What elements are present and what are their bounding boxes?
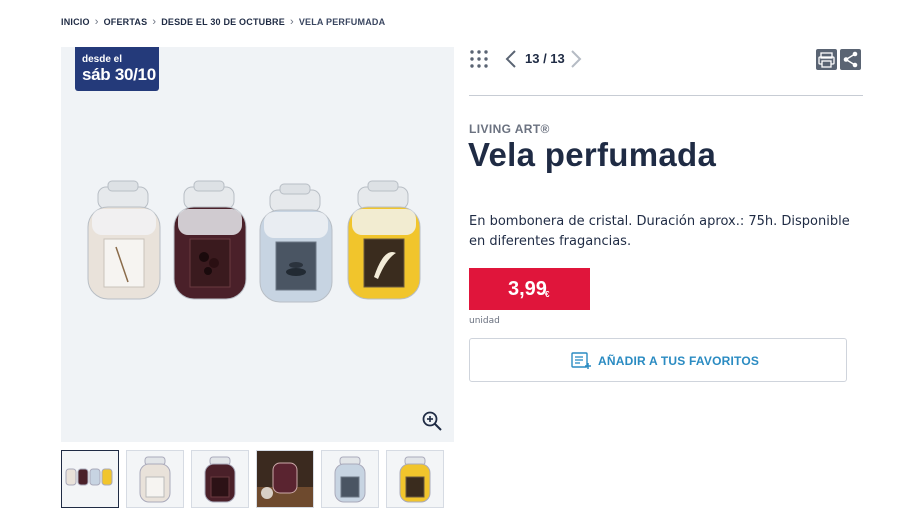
list-add-icon	[571, 352, 591, 369]
previous-arrow-icon[interactable]	[505, 49, 517, 69]
chevron-right-icon: ›	[152, 15, 157, 28]
candle-jar	[87, 180, 161, 300]
breadcrumb-desde-30-octubre[interactable]: DESDE EL 30 DE OCTUBRE	[161, 17, 285, 27]
candle-jars-image	[87, 180, 421, 303]
divider	[469, 95, 863, 96]
thumbnail-4[interactable]	[256, 450, 314, 508]
thumbnail-1[interactable]	[61, 450, 119, 508]
thumbnail-5[interactable]	[321, 450, 379, 508]
candle-jar	[259, 183, 333, 303]
candle-jar	[173, 180, 247, 300]
add-to-favorites-button[interactable]: AÑADIR A TUS FAVORITOS	[469, 338, 847, 382]
breadcrumb-current: VELA PERFUMADA	[298, 17, 386, 27]
chevron-right-icon: ›	[289, 15, 294, 28]
thumbnail-2[interactable]	[126, 450, 184, 508]
thumbnail-3[interactable]	[191, 450, 249, 508]
thumbnail-6[interactable]	[386, 450, 444, 508]
price-currency: €	[545, 290, 550, 299]
next-arrow-icon[interactable]	[570, 49, 582, 69]
gallery-counter: 13 / 13	[525, 51, 565, 66]
print-button[interactable]	[816, 49, 837, 70]
gallery-nav: 13 / 13	[469, 47, 863, 71]
breadcrumb-ofertas[interactable]: OFERTAS	[104, 17, 148, 27]
printer-icon	[818, 52, 835, 68]
product-brand: LIVING ART®	[469, 122, 550, 136]
candle-jar	[347, 180, 421, 300]
price-unit: unidad	[469, 316, 500, 326]
chevron-right-icon: ›	[94, 15, 99, 28]
price-value: 3,99	[508, 278, 547, 300]
product-description: En bombonera de cristal. Duración aprox.…	[469, 214, 850, 249]
add-to-favorites-label: AÑADIR A TUS FAVORITOS	[598, 354, 760, 368]
price-box: 3,99 €	[469, 268, 590, 310]
zoom-icon[interactable]	[421, 410, 443, 432]
breadcrumb-inicio[interactable]: INICIO	[61, 17, 90, 27]
breadcrumb: INICIO › OFERTAS › DESDE EL 30 DE OCTUBR…	[61, 15, 386, 28]
thumbnail-strip	[61, 450, 444, 508]
grid-view-icon[interactable]	[469, 49, 489, 69]
main-product-image[interactable]: desde el sáb 30/10	[61, 47, 454, 442]
share-icon	[843, 51, 858, 68]
product-title: Vela perfumada	[468, 136, 717, 173]
share-button[interactable]	[840, 49, 861, 70]
